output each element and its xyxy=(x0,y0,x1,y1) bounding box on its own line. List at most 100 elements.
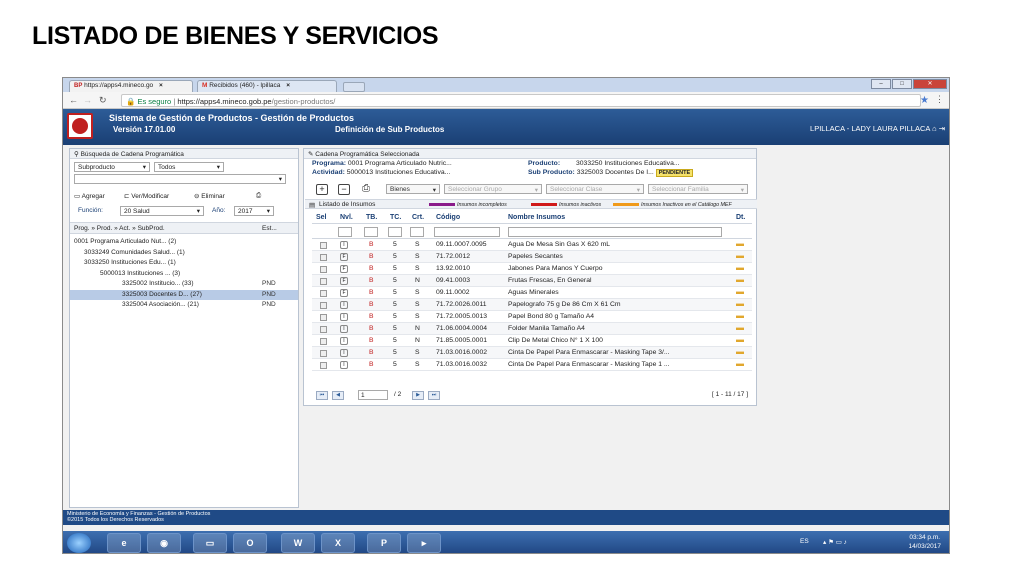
clase-select[interactable]: Seleccionar Clase ▾ xyxy=(546,184,644,194)
folder-icon[interactable]: ▬ xyxy=(736,323,744,332)
table-row[interactable]: F B 5 S 13.92.0010 Jabones Para Manos Y Cuerp… xyxy=(312,263,752,275)
folder-icon[interactable]: ▬ xyxy=(736,347,744,356)
crt-filter-input[interactable] xyxy=(410,227,424,237)
anio-select[interactable]: 2017 ▾ xyxy=(234,206,274,216)
funcion-select[interactable]: 20 Salud ▾ xyxy=(120,206,204,216)
bookmark-star-icon[interactable]: ★ xyxy=(920,95,929,106)
ie-icon[interactable]: e xyxy=(107,533,141,553)
table-row[interactable]: I B 5 N 71.85.0005.0001 Clip De Metal Chico N… xyxy=(312,335,752,347)
tree-node[interactable]: 3325004 Asociación... (21) PND xyxy=(70,300,298,311)
tab-close-icon[interactable]: × xyxy=(159,82,163,89)
folder-icon[interactable]: ▬ xyxy=(736,251,744,260)
familia-select[interactable]: Seleccionar Familia ▾ xyxy=(648,184,748,194)
codigo-filter-input[interactable] xyxy=(434,227,500,237)
prev-page-button[interactable]: ◀ xyxy=(332,391,344,400)
cell-nombre: Papel Bond 80 g Tamaño A4 xyxy=(508,313,595,320)
browser-menu-icon[interactable]: ⋮ xyxy=(935,94,944,105)
row-checkbox[interactable] xyxy=(320,266,327,273)
folder-icon[interactable]: ▬ xyxy=(736,263,744,272)
delete-button[interactable]: ⊖ Eliminar xyxy=(194,192,225,200)
tb-filter-input[interactable] xyxy=(364,227,378,237)
row-checkbox[interactable] xyxy=(320,302,327,309)
tab-mineco[interactable]: BP https://apps4.mineco.go × xyxy=(69,80,193,92)
new-tab-button[interactable] xyxy=(343,82,365,92)
tab-close-icon[interactable]: × xyxy=(286,82,290,89)
table-row[interactable]: F B 5 N 09.41.0003 Frutas Frescas, En General… xyxy=(312,275,752,287)
media-icon[interactable]: ▸ xyxy=(407,533,441,553)
type-select[interactable]: Subproducto ▾ xyxy=(74,162,150,172)
back-icon[interactable]: ← xyxy=(69,95,78,105)
tree-node[interactable]: 3033249 Comunidades Salud... (1) xyxy=(70,248,298,259)
table-row[interactable]: I B 5 S 71.03.0016.0032 Cinta De Papel Para E… xyxy=(312,359,752,371)
forward-icon[interactable]: → xyxy=(83,95,92,105)
print-icon[interactable]: ⎙ xyxy=(256,192,261,200)
row-checkbox[interactable] xyxy=(320,314,327,321)
row-checkbox[interactable] xyxy=(320,242,327,249)
tc-filter-input[interactable] xyxy=(388,227,402,237)
grupo-select[interactable]: Seleccionar Grupo ▾ xyxy=(444,184,542,194)
excel-icon[interactable]: X xyxy=(321,533,355,553)
tab-gmail[interactable]: M Recibidos (460) - lpillaca × xyxy=(197,80,337,92)
column-header: Sel xyxy=(316,214,327,221)
row-checkbox[interactable] xyxy=(320,326,327,333)
add-button[interactable]: ▭ Agregar xyxy=(74,192,105,200)
column-header: Nvl. xyxy=(340,214,353,221)
folder-icon[interactable]: ▬ xyxy=(736,335,744,344)
row-checkbox[interactable] xyxy=(320,362,327,369)
powerpoint-icon[interactable]: P xyxy=(367,533,401,553)
start-button[interactable] xyxy=(67,533,91,553)
folder-icon[interactable]: ▬ xyxy=(736,311,744,320)
chrome-icon[interactable]: ◉ xyxy=(147,533,181,553)
folder-icon[interactable]: ▬ xyxy=(736,287,744,296)
page-input[interactable]: 1 xyxy=(358,390,388,400)
anio-label: Año: xyxy=(212,207,226,214)
row-checkbox[interactable] xyxy=(320,290,327,297)
last-page-button[interactable]: ⏭ xyxy=(428,391,440,400)
tree-node[interactable]: 3033250 Instituciones Edu... (1) xyxy=(70,258,298,269)
print-icon[interactable]: ⎙ xyxy=(360,184,372,195)
tree-node-selected[interactable]: 3325003 Docentes D... (27) PND xyxy=(70,289,298,300)
home-icon[interactable]: ⌂ xyxy=(932,124,937,133)
table-row[interactable]: I B 5 N 71.06.0004.0004 Folder Manila Tamaño … xyxy=(312,323,752,335)
folder-icon[interactable]: ▬ xyxy=(736,359,744,368)
table-row[interactable]: I B 5 S 71.72.0005.0013 Papel Bond 80 g Tamañ… xyxy=(312,311,752,323)
reload-icon[interactable]: ↻ xyxy=(99,95,107,106)
row-checkbox[interactable] xyxy=(320,338,327,345)
add-insumo-icon[interactable]: + xyxy=(316,184,328,195)
tray-icons[interactable]: ▴ ⚑ ▭ ♪ xyxy=(823,538,847,546)
table-row[interactable]: I B 5 S 09.11.0007.0095 Agua De Mesa Sin Gas … xyxy=(312,239,752,251)
tipo-select[interactable]: Bienes ▾ xyxy=(386,184,440,194)
first-page-button[interactable]: ⏮ xyxy=(316,391,328,400)
clock[interactable]: 03:34 p.m. 14/03/2017 xyxy=(908,533,941,551)
cadena-select[interactable]: ▾ xyxy=(74,174,286,184)
url-input[interactable]: 🔒 Es seguro | https://apps4.mineco.gob.p… xyxy=(121,94,921,107)
maximize-button[interactable]: □ xyxy=(892,79,912,89)
word-icon[interactable]: W xyxy=(281,533,315,553)
table-row[interactable]: I B 5 S 71.72.0026.0011 Papelografo 75 g De 8… xyxy=(312,299,752,311)
remove-insumo-icon[interactable]: − xyxy=(338,184,350,195)
logout-icon[interactable]: ⇥ xyxy=(939,124,945,133)
view-modify-button[interactable]: ⊏ Ver/Modificar xyxy=(124,192,169,200)
table-row[interactable]: F B 5 S 71.72.0012 Papeles Secantes ▬ xyxy=(312,251,752,263)
table-row[interactable]: F B 5 S 09.11.0002 Aguas Minerales ▬ xyxy=(312,287,752,299)
nombre-filter-input[interactable] xyxy=(508,227,722,237)
folder-icon[interactable]: ▬ xyxy=(736,239,744,248)
minimize-button[interactable]: – xyxy=(871,79,891,89)
tree-node[interactable]: 0001 Programa Articulado Nut... (2) xyxy=(70,237,298,248)
nvl-filter-input[interactable] xyxy=(338,227,352,237)
outlook-icon[interactable]: O xyxy=(233,533,267,553)
actividad-value: 5000013 Instituciones Educativa... xyxy=(346,169,451,176)
next-page-button[interactable]: ▶ xyxy=(412,391,424,400)
row-checkbox[interactable] xyxy=(320,350,327,357)
folder-icon[interactable]: ▬ xyxy=(736,275,744,284)
tree-node[interactable]: 3325002 Institucio... (33) PND xyxy=(70,279,298,290)
filter-select[interactable]: Todos ▾ xyxy=(154,162,224,172)
folder-icon[interactable]: ▬ xyxy=(736,299,744,308)
table-row[interactable]: I B 5 S 71.03.0016.0002 Cinta De Papel Para E… xyxy=(312,347,752,359)
language-indicator[interactable]: ES xyxy=(800,538,809,545)
explorer-icon[interactable]: ▭ xyxy=(193,533,227,553)
row-checkbox[interactable] xyxy=(320,278,327,285)
close-window-button[interactable]: ✕ xyxy=(913,79,947,89)
row-checkbox[interactable] xyxy=(320,254,327,261)
tree-node[interactable]: 5000013 Instituciones ... (3) xyxy=(70,269,298,280)
